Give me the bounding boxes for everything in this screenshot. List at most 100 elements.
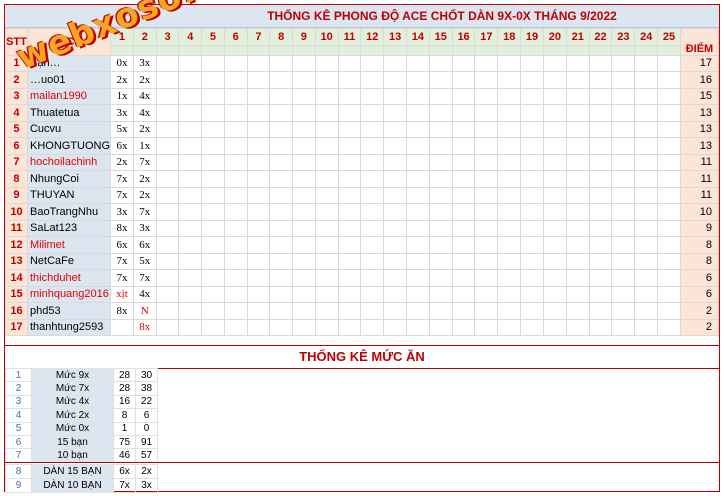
row-day-cell[interactable] xyxy=(314,54,339,72)
row-day-cell[interactable] xyxy=(360,252,385,270)
row-day-cell[interactable] xyxy=(611,87,636,105)
row-day-cell[interactable] xyxy=(383,302,407,320)
row-day-cell[interactable] xyxy=(428,318,453,336)
row-day-cell[interactable] xyxy=(588,87,613,105)
row-day-cell[interactable] xyxy=(223,137,248,155)
row-day-cell[interactable] xyxy=(337,153,362,171)
row-day-cell[interactable] xyxy=(565,236,590,254)
row-day-cell[interactable] xyxy=(542,285,567,303)
row-day-cell[interactable] xyxy=(246,54,271,72)
row-day-cell[interactable] xyxy=(269,219,293,237)
row-day-cell[interactable] xyxy=(657,269,681,287)
row-day-cell[interactable] xyxy=(291,186,316,204)
row-day-cell[interactable] xyxy=(269,104,293,122)
row-day2-value[interactable]: 7x xyxy=(132,153,157,171)
row-day-cell[interactable] xyxy=(542,170,567,188)
row-day-cell[interactable] xyxy=(657,71,681,89)
row-day-cell[interactable] xyxy=(565,120,590,138)
row-day-cell[interactable] xyxy=(542,252,567,270)
row-day-cell[interactable] xyxy=(178,285,203,303)
row-day-cell[interactable] xyxy=(451,219,476,237)
row-day-cell[interactable] xyxy=(223,170,248,188)
row-day-cell[interactable] xyxy=(201,170,225,188)
row-day-cell[interactable] xyxy=(542,87,567,105)
row-day-cell[interactable] xyxy=(634,87,659,105)
row-day-cell[interactable] xyxy=(657,252,681,270)
row-day-cell[interactable] xyxy=(451,104,476,122)
row-day-cell[interactable] xyxy=(383,104,407,122)
row-day-cell[interactable] xyxy=(565,71,590,89)
row-day-cell[interactable] xyxy=(451,153,476,171)
row-day-cell[interactable] xyxy=(406,104,430,122)
row-day-cell[interactable] xyxy=(474,318,499,336)
row-day2-value[interactable]: N xyxy=(132,302,157,320)
row-day1-value[interactable]: 2x xyxy=(110,71,134,89)
row-day-cell[interactable] xyxy=(269,170,293,188)
row-day-cell[interactable] xyxy=(497,170,522,188)
row-day-cell[interactable] xyxy=(611,269,636,287)
row-day-cell[interactable] xyxy=(565,153,590,171)
row-day-cell[interactable] xyxy=(611,137,636,155)
row-day-cell[interactable] xyxy=(269,71,293,89)
row-day-cell[interactable] xyxy=(360,137,385,155)
row-day-cell[interactable] xyxy=(291,285,316,303)
row-day-cell[interactable] xyxy=(565,219,590,237)
row-day-cell[interactable] xyxy=(178,203,203,221)
row-day-cell[interactable] xyxy=(428,87,453,105)
row-day-cell[interactable] xyxy=(360,269,385,287)
row-day-cell[interactable] xyxy=(269,137,293,155)
row-day2-value[interactable]: 4x xyxy=(132,87,157,105)
row-day-cell[interactable] xyxy=(474,120,499,138)
row-day-cell[interactable] xyxy=(178,120,203,138)
row-day-cell[interactable] xyxy=(451,302,476,320)
row-nick[interactable]: …uo01 xyxy=(26,71,112,89)
row-day-cell[interactable] xyxy=(406,137,430,155)
row-day-cell[interactable] xyxy=(269,153,293,171)
row-nick[interactable]: hochoilachinh xyxy=(26,153,112,171)
row-day1-value[interactable] xyxy=(110,318,134,336)
row-day-cell[interactable] xyxy=(314,104,339,122)
row-day-cell[interactable] xyxy=(657,186,681,204)
row-nick[interactable]: NhungCoi xyxy=(26,170,112,188)
row-day2-value[interactable]: 2x xyxy=(132,120,157,138)
row-day-cell[interactable] xyxy=(565,87,590,105)
row-day-cell[interactable] xyxy=(497,104,522,122)
row-day-cell[interactable] xyxy=(542,186,567,204)
row-day-cell[interactable] xyxy=(314,120,339,138)
row-day-cell[interactable] xyxy=(497,120,522,138)
row-day2-value[interactable]: 4x xyxy=(132,285,157,303)
row-day-cell[interactable] xyxy=(474,269,499,287)
row-day-cell[interactable] xyxy=(497,285,522,303)
row-day-cell[interactable] xyxy=(611,285,636,303)
row-day-cell[interactable] xyxy=(451,252,476,270)
row-day-cell[interactable] xyxy=(474,170,499,188)
row-day-cell[interactable] xyxy=(406,318,430,336)
row-day-cell[interactable] xyxy=(383,318,407,336)
row-day-cell[interactable] xyxy=(155,318,180,336)
row-day-cell[interactable] xyxy=(201,252,225,270)
row-day2-value[interactable]: 7x xyxy=(132,203,157,221)
row-day-cell[interactable] xyxy=(314,219,339,237)
row-day-cell[interactable] xyxy=(634,104,659,122)
row-day-cell[interactable] xyxy=(428,153,453,171)
row-day-cell[interactable] xyxy=(428,120,453,138)
row-day-cell[interactable] xyxy=(406,54,430,72)
row-day-cell[interactable] xyxy=(611,104,636,122)
row-day-cell[interactable] xyxy=(223,236,248,254)
row-day-cell[interactable] xyxy=(611,318,636,336)
row-day-cell[interactable] xyxy=(155,285,180,303)
row-day-cell[interactable] xyxy=(406,153,430,171)
row-day-cell[interactable] xyxy=(588,219,613,237)
row-day-cell[interactable] xyxy=(314,203,339,221)
row-day-cell[interactable] xyxy=(406,120,430,138)
row-day-cell[interactable] xyxy=(201,186,225,204)
row-day-cell[interactable] xyxy=(201,137,225,155)
row-day-cell[interactable] xyxy=(246,219,271,237)
row-day-cell[interactable] xyxy=(269,269,293,287)
row-day-cell[interactable] xyxy=(565,252,590,270)
row-day1-value[interactable]: 5x xyxy=(110,120,134,138)
row-day-cell[interactable] xyxy=(223,269,248,287)
row-day-cell[interactable] xyxy=(314,269,339,287)
row-day-cell[interactable] xyxy=(657,137,681,155)
row-day-cell[interactable] xyxy=(223,285,248,303)
